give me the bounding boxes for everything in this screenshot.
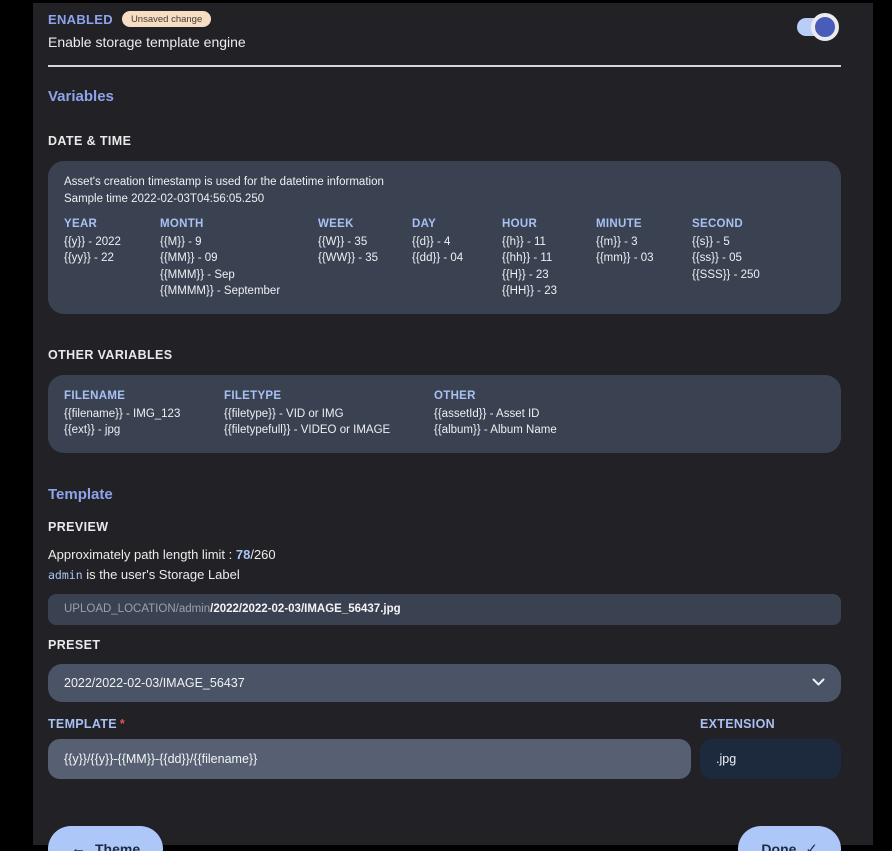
template-inputs-row	[48, 739, 841, 779]
variable-group-label: MONTH	[160, 218, 318, 230]
path-length-limit: Approximately path length limit : 78/260	[48, 547, 841, 562]
variable-group-month: MONTH {{M}} - 9 {{MM}} - 09 {{MMM}} - Se…	[160, 218, 318, 300]
variable-group-year: YEAR {{y}} - 2022 {{yy}} - 22	[64, 218, 160, 300]
template-extension-labels: TEMPLATE* EXTENSION	[48, 717, 841, 731]
variable-group-label: WEEK	[318, 218, 412, 230]
variable-item: {{h}} - 11	[502, 234, 596, 251]
setting-header: ENABLED Unsaved change Enable storage te…	[48, 11, 841, 50]
variable-item: {{s}} - 5	[692, 234, 825, 251]
done-button-label: Done	[761, 841, 796, 851]
variable-item: {{W}} - 35	[318, 234, 412, 251]
variable-item: {{M}} - 9	[160, 234, 318, 251]
variable-item: {{m}} - 3	[596, 234, 692, 251]
storage-label-code: admin	[48, 568, 83, 582]
preview-label: PREVIEW	[48, 520, 841, 534]
variable-item: {{MM}} - 09	[160, 250, 318, 267]
setting-header-text: ENABLED Unsaved change Enable storage te…	[48, 11, 246, 50]
enabled-label: ENABLED	[48, 12, 113, 27]
datetime-label: DATE & TIME	[48, 134, 841, 148]
variable-item: {{WW}} - 35	[318, 250, 412, 267]
datetime-variables-panel: Asset's creation timestamp is used for t…	[48, 161, 841, 314]
variable-item: {{d}} - 4	[412, 234, 502, 251]
settings-content: ENABLED Unsaved change Enable storage te…	[33, 3, 873, 845]
variable-group-label: YEAR	[64, 218, 160, 230]
preset-select[interactable]: 2022/2022-02-03/IMAGE_56437	[48, 664, 841, 702]
variable-item: {{filetypefull}} - VIDEO or IMAGE	[224, 422, 434, 439]
variable-item: {{SSS}} - 250	[692, 267, 825, 284]
variable-group-label: SECOND	[692, 218, 825, 230]
preset-selected-value: 2022/2022-02-03/IMAGE_56437	[64, 676, 812, 690]
variable-group-label: DAY	[412, 218, 502, 230]
datetime-note-line1: Asset's creation timestamp is used for t…	[64, 174, 825, 191]
variable-item: {{filetype}} - VID or IMG	[224, 406, 434, 423]
path-length-max: /260	[250, 547, 275, 562]
other-variables-label: OTHER VARIABLES	[48, 348, 841, 362]
variable-item: {{ss}} - 05	[692, 250, 825, 267]
footer-actions: ← Theme Done ✓	[48, 826, 841, 851]
unsaved-change-badge: Unsaved change	[122, 11, 211, 27]
chevron-down-icon	[812, 678, 825, 687]
path-preview-result: /2022/2022-02-03/IMAGE_56437.jpg	[210, 603, 401, 615]
variables-title: Variables	[48, 88, 841, 105]
variable-item: {{album}} - Album Name	[434, 422, 825, 439]
template-field-label: TEMPLATE*	[48, 717, 691, 731]
storage-label-line: admin is the user's Storage Label	[48, 567, 841, 582]
done-button[interactable]: Done ✓	[738, 826, 841, 851]
variable-item: {{y}} - 2022	[64, 234, 160, 251]
other-variables-panel: FILENAME {{filename}} - IMG_123 {{ext}} …	[48, 375, 841, 453]
variable-group-label: MINUTE	[596, 218, 692, 230]
path-length-limit-text: Approximately path length limit :	[48, 547, 236, 562]
variable-item: {{mm}} - 03	[596, 250, 692, 267]
variable-item: {{MMM}} - Sep	[160, 267, 318, 284]
preset-label: PRESET	[48, 638, 841, 652]
variable-item: {{H}} - 23	[502, 267, 596, 284]
variable-item: {{dd}} - 04	[412, 250, 502, 267]
section-divider	[48, 65, 841, 67]
path-preview-prefix: UPLOAD_LOCATION/admin	[64, 603, 210, 615]
variable-group-week: WEEK {{W}} - 35 {{WW}} - 35	[318, 218, 412, 300]
variable-group-label: OTHER	[434, 390, 825, 402]
toggle-thumb	[811, 13, 839, 41]
variable-group-other: OTHER {{assetId}} - Asset ID {{album}} -…	[434, 390, 825, 439]
extension-input	[700, 739, 841, 779]
variable-item: {{filename}} - IMG_123	[64, 406, 224, 423]
variable-group-label: FILETYPE	[224, 390, 434, 402]
variable-group-second: SECOND {{s}} - 5 {{ss}} - 05 {{SSS}} - 2…	[692, 218, 825, 300]
setting-subtitle: Enable storage template engine	[48, 34, 246, 50]
other-variables-columns: FILENAME {{filename}} - IMG_123 {{ext}} …	[64, 390, 825, 439]
theme-button-label: Theme	[95, 841, 140, 851]
path-preview: UPLOAD_LOCATION/admin/2022/2022-02-03/IM…	[48, 594, 841, 625]
variable-item: {{assetId}} - Asset ID	[434, 406, 825, 423]
datetime-columns: YEAR {{y}} - 2022 {{yy}} - 22 MONTH {{M}…	[64, 218, 825, 300]
variable-group-label: FILENAME	[64, 390, 224, 402]
template-title: Template	[48, 486, 841, 503]
required-marker: *	[120, 717, 125, 731]
theme-button[interactable]: ← Theme	[48, 826, 163, 851]
storage-template-toggle[interactable]	[797, 13, 839, 41]
variable-item: {{hh}} - 11	[502, 250, 596, 267]
check-icon: ✓	[805, 840, 818, 851]
variable-group-filename: FILENAME {{filename}} - IMG_123 {{ext}} …	[64, 390, 224, 439]
variable-group-hour: HOUR {{h}} - 11 {{hh}} - 11 {{H}} - 23 {…	[502, 218, 596, 300]
variable-group-filetype: FILETYPE {{filetype}} - VID or IMG {{fil…	[224, 390, 434, 439]
storage-template-settings-page: ENABLED Unsaved change Enable storage te…	[0, 0, 892, 851]
variable-item: {{HH}} - 23	[502, 283, 596, 300]
template-input[interactable]	[48, 739, 691, 779]
storage-label-text: is the user's Storage Label	[83, 567, 240, 582]
datetime-note-line2: Sample time 2022-02-03T04:56:05.250	[64, 191, 825, 208]
variable-item: {{MMMM}} - September	[160, 283, 318, 300]
path-length-current: 78	[236, 547, 250, 562]
variable-item: {{ext}} - jpg	[64, 422, 224, 439]
variable-group-minute: MINUTE {{m}} - 3 {{mm}} - 03	[596, 218, 692, 300]
variable-group-day: DAY {{d}} - 4 {{dd}} - 04	[412, 218, 502, 300]
back-arrow-icon: ←	[71, 840, 86, 851]
variable-group-label: HOUR	[502, 218, 596, 230]
variable-item: {{yy}} - 22	[64, 250, 160, 267]
template-label-text: TEMPLATE	[48, 717, 117, 731]
extension-field-label: EXTENSION	[700, 717, 841, 731]
